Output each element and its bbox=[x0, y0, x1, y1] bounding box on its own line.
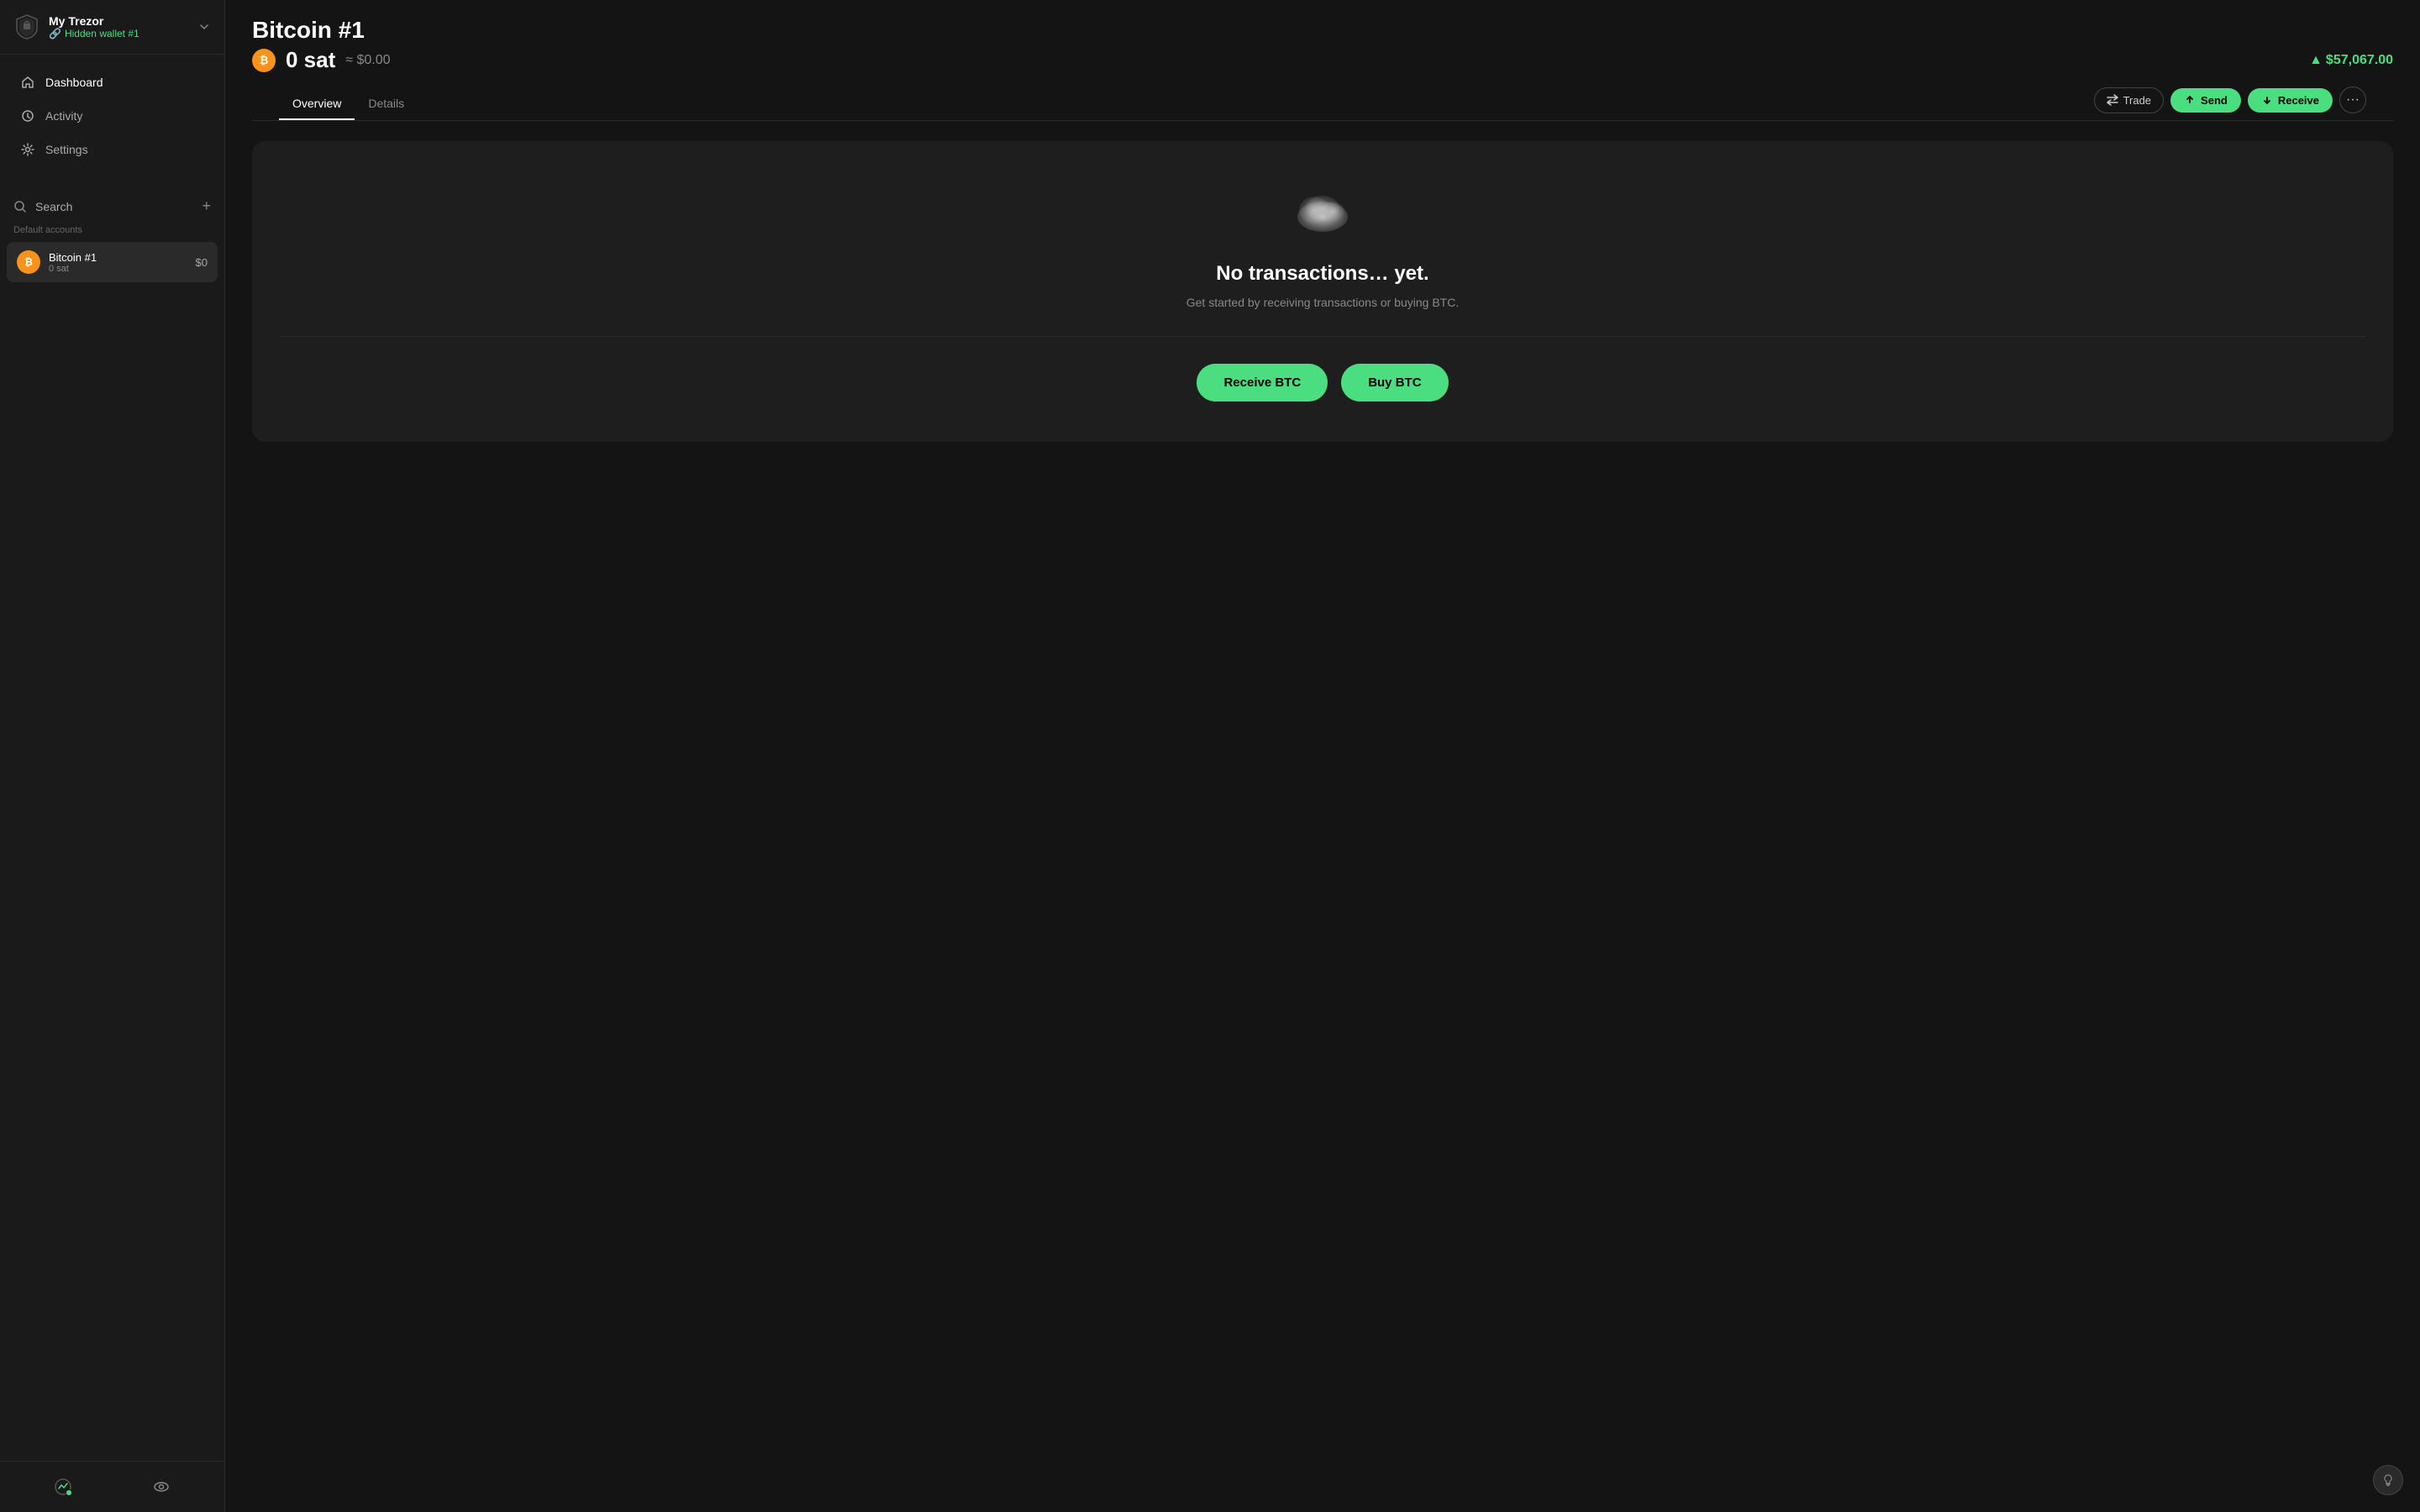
send-button[interactable]: Send bbox=[2170, 88, 2241, 113]
activity-icon bbox=[20, 108, 35, 123]
sidebar-footer bbox=[0, 1461, 224, 1512]
tab-details[interactable]: Details bbox=[355, 88, 418, 120]
tab-bar: Overview Details Trade Send bbox=[252, 87, 2393, 121]
sidebar-item-dashboard[interactable]: Dashboard bbox=[7, 66, 218, 98]
main-content: Bitcoin #1 ₿ 0 sat ≈ $0.00 ▲ $57,067.00 … bbox=[225, 0, 2420, 1512]
help-button[interactable] bbox=[2373, 1465, 2403, 1495]
bitcoin-account-icon: ₿ bbox=[17, 250, 40, 274]
search-left: Search bbox=[13, 200, 72, 213]
receive-label: Receive bbox=[2278, 94, 2319, 107]
account-item-bitcoin1[interactable]: ₿ Bitcoin #1 0 sat $0 bbox=[7, 242, 218, 282]
receive-button[interactable]: Receive bbox=[2248, 88, 2333, 113]
trade-icon bbox=[2107, 94, 2118, 106]
settings-icon bbox=[20, 142, 35, 157]
divider bbox=[279, 336, 2366, 337]
wallet-subtitle: 🔗 Hidden wallet #1 bbox=[49, 28, 189, 39]
receive-icon bbox=[2261, 94, 2273, 106]
account-value: $0 bbox=[196, 256, 208, 269]
main-header: Bitcoin #1 ₿ 0 sat ≈ $0.00 ▲ $57,067.00 … bbox=[225, 0, 2420, 121]
account-name: Bitcoin #1 bbox=[49, 251, 187, 264]
trade-label: Trade bbox=[2123, 94, 2151, 107]
account-balance-small: 0 sat bbox=[49, 264, 187, 274]
btc-icon: ₿ bbox=[252, 49, 276, 72]
add-account-button[interactable]: + bbox=[202, 197, 211, 215]
cloud-illustration bbox=[1289, 192, 1356, 242]
stats-button[interactable] bbox=[48, 1472, 78, 1502]
tab-overview[interactable]: Overview bbox=[279, 88, 355, 120]
default-accounts-label: Default accounts bbox=[0, 222, 224, 242]
balance-fiat: ≈ $0.00 bbox=[345, 53, 390, 68]
cta-buttons: Receive BTC Buy BTC bbox=[1197, 364, 1448, 402]
price-arrow-icon: ▲ bbox=[2309, 53, 2323, 68]
sidebar-chevron-icon[interactable] bbox=[197, 20, 211, 34]
more-dots-icon: ··· bbox=[2346, 92, 2360, 108]
sidebar-item-activity[interactable]: Activity bbox=[7, 100, 218, 132]
empty-state-card: No transactions… yet. Get started by rec… bbox=[252, 141, 2393, 442]
content-area: No transactions… yet. Get started by rec… bbox=[225, 121, 2420, 1512]
link-icon: 🔗 bbox=[49, 28, 61, 39]
eye-button[interactable] bbox=[146, 1472, 176, 1502]
wallet-name: My Trezor bbox=[49, 14, 189, 28]
price-value: $57,067.00 bbox=[2326, 53, 2393, 68]
search-icon bbox=[13, 200, 27, 213]
more-button[interactable]: ··· bbox=[2339, 87, 2366, 113]
stats-icon bbox=[55, 1478, 71, 1495]
sidebar: My Trezor 🔗 Hidden wallet #1 Dashboard bbox=[0, 0, 225, 1512]
tab-action-area: Trade Send Receive ··· bbox=[2094, 87, 2366, 120]
account-info: Bitcoin #1 0 sat bbox=[49, 251, 187, 274]
sidebar-nav: Dashboard Activity Settings bbox=[0, 55, 224, 177]
sidebar-item-settings[interactable]: Settings bbox=[7, 134, 218, 165]
trade-button[interactable]: Trade bbox=[2094, 87, 2164, 113]
buy-btc-button[interactable]: Buy BTC bbox=[1341, 364, 1448, 402]
balance-row: ₿ 0 sat ≈ $0.00 ▲ $57,067.00 bbox=[252, 47, 2393, 73]
sidebar-accounts-section: Search + Default accounts ₿ Bitcoin #1 0… bbox=[0, 177, 224, 1461]
sidebar-header[interactable]: My Trezor 🔗 Hidden wallet #1 bbox=[0, 0, 224, 55]
cloud-svg bbox=[1289, 192, 1356, 238]
trezor-logo-icon bbox=[13, 13, 40, 40]
lightbulb-icon bbox=[2381, 1473, 2395, 1487]
empty-state-title: No transactions… yet. bbox=[1216, 262, 1428, 286]
empty-state-subtitle: Get started by receiving transactions or… bbox=[1186, 296, 1459, 309]
wallet-info: My Trezor 🔗 Hidden wallet #1 bbox=[49, 14, 189, 39]
send-label: Send bbox=[2201, 94, 2228, 107]
eye-icon bbox=[153, 1478, 170, 1495]
price-indicator: ▲ $57,067.00 bbox=[2309, 53, 2393, 68]
balance-amount: 0 sat bbox=[286, 47, 335, 73]
receive-btc-button[interactable]: Receive BTC bbox=[1197, 364, 1328, 402]
search-row[interactable]: Search + bbox=[0, 191, 224, 222]
page-title: Bitcoin #1 bbox=[252, 17, 2393, 44]
send-icon bbox=[2184, 94, 2196, 106]
home-icon bbox=[20, 75, 35, 90]
search-label: Search bbox=[35, 200, 72, 213]
